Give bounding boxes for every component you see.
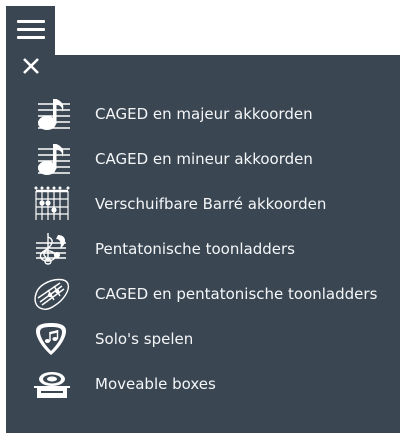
menu-item-caged-majeur[interactable]: CAGED en majeur akkoorden <box>6 92 400 137</box>
menu-item-label: Pentatonische toonladders <box>95 240 295 258</box>
guitar-pick-icon <box>30 321 72 357</box>
menu-item-label: Moveable boxes <box>95 375 216 393</box>
menu-item-solos-spelen[interactable]: Solo's spelen <box>6 317 400 362</box>
hamburger-bar <box>17 36 45 39</box>
menu-item-barre-akkoorden[interactable]: Verschuifbare Barré akkoorden <box>6 182 400 227</box>
music-note-staff-minor-icon <box>30 141 72 177</box>
clef-scale-icon <box>30 231 72 267</box>
music-note-staff-major-icon <box>30 96 72 132</box>
menu-item-label: CAGED en pentatonische toonladders <box>95 285 378 303</box>
menu-item-caged-mineur[interactable]: CAGED en mineur akkoorden <box>6 137 400 182</box>
close-icon[interactable] <box>22 57 40 75</box>
hamburger-menu-button[interactable] <box>6 6 55 55</box>
menu-item-pentatonische-toonladders[interactable]: Pentatonische toonladders <box>6 227 400 272</box>
menu-item-label: Solo's spelen <box>95 330 194 348</box>
menu-item-moveable-boxes[interactable]: Moveable boxes <box>6 362 400 407</box>
box-icon <box>30 366 72 402</box>
menu-list: CAGED en majeur akkoorden CAGED en mineu… <box>6 92 400 407</box>
menu-item-label: CAGED en mineur akkoorden <box>95 150 313 168</box>
navigation-menu-panel: CAGED en majeur akkoorden CAGED en mineu… <box>6 55 400 433</box>
hamburger-bar <box>17 28 45 31</box>
hamburger-bar <box>17 20 45 23</box>
menu-item-label: Verschuifbare Barré akkoorden <box>95 195 327 213</box>
menu-item-label: CAGED en majeur akkoorden <box>95 105 313 123</box>
guitar-fretboard-icon <box>30 276 72 312</box>
chord-diagram-icon <box>30 186 72 222</box>
menu-item-caged-pentatonische[interactable]: CAGED en pentatonische toonladders <box>6 272 400 317</box>
